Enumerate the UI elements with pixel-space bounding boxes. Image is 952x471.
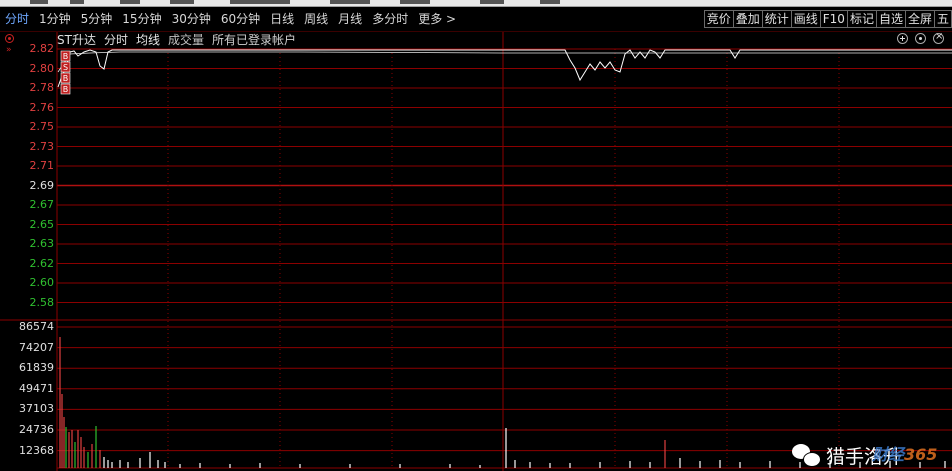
volume-tick-label: 37103 xyxy=(19,402,54,416)
volume-tick-label: 24736 xyxy=(19,423,54,436)
close-icon[interactable] xyxy=(933,31,944,44)
toolbar-button-0[interactable]: 竞价 xyxy=(703,10,734,28)
trade-badge-label: B xyxy=(63,85,69,94)
price-tick-label: 2.78 xyxy=(29,81,55,94)
trade-badge-label: B xyxy=(63,52,69,61)
volume-tick-label: 49471 xyxy=(19,381,54,395)
trade-badge-label: S xyxy=(63,63,68,72)
period-tab-6[interactable]: 日线 xyxy=(265,7,299,31)
toolbar-button-2[interactable]: 统计 xyxy=(761,10,792,28)
avg-line-label[interactable]: 均线 xyxy=(136,32,160,48)
volume-tick-label: 74207 xyxy=(19,340,54,354)
toolbar-button-1[interactable]: 叠加 xyxy=(732,10,763,28)
period-tabs: 分时 1分钟 5分钟 15分钟 30分钟 60分钟 日线 周线 月线 多分时 更多 > xyxy=(0,7,461,31)
stock-name: ST升达 xyxy=(57,33,96,47)
toolbar-button-7[interactable]: 全屏 xyxy=(904,10,935,28)
period-tab-9[interactable]: 多分时 xyxy=(367,7,413,31)
toolbar-button-6[interactable]: 自选 xyxy=(875,10,906,28)
period-tab-1[interactable]: 1分钟 xyxy=(34,7,76,31)
period-tab-0[interactable]: 分时 xyxy=(0,7,34,31)
price-tick-label: 2.82 xyxy=(29,42,55,55)
toolbar-button-3[interactable]: 画线 xyxy=(790,10,821,28)
account-note: 所有已登录帐户 xyxy=(212,33,297,47)
trade-badge-label: B xyxy=(63,74,69,83)
period-tab-8[interactable]: 月线 xyxy=(333,7,367,31)
volume-tick-label: 12368 xyxy=(19,443,54,457)
price-tick-label: 2.71 xyxy=(29,159,55,172)
price-tick-label: 2.60 xyxy=(29,276,55,289)
volume-tick-label: 61839 xyxy=(19,361,54,375)
panel-controls xyxy=(897,31,944,44)
price-tick-label: 2.69 xyxy=(29,178,55,192)
period-tab-2[interactable]: 5分钟 xyxy=(76,7,118,31)
logo-part1: 财经 xyxy=(872,445,905,464)
site-logo: 财经365 xyxy=(872,441,937,465)
settings-dot-icon[interactable] xyxy=(915,33,926,44)
period-tab-4[interactable]: 30分钟 xyxy=(167,7,216,31)
volume-tick-label: 86574 xyxy=(19,320,54,333)
right-toolbar: 竞价 叠加 统计 画线 F10 标记 自选 全屏五 xyxy=(703,10,952,28)
period-tab-3[interactable]: 15分钟 xyxy=(117,7,166,31)
intraday-chart: BSBB » ST升达 分时 均线 成交量 所有已登录帐户 2.822.802.… xyxy=(0,31,952,471)
period-toolbar: 分时 1分钟 5分钟 15分钟 30分钟 60分钟 日线 周线 月线 多分时 更多 > 竞价 叠加 统计… xyxy=(0,7,952,32)
price-tick-label: 2.80 xyxy=(29,61,55,75)
zoom-in-icon[interactable] xyxy=(897,33,908,44)
price-tick-label: 2.76 xyxy=(29,100,55,114)
toolbar-button-4[interactable]: F10 xyxy=(819,10,848,28)
record-icon[interactable] xyxy=(5,34,14,43)
price-tick-label: 2.63 xyxy=(29,237,55,250)
period-tab-5[interactable]: 60分钟 xyxy=(216,7,265,31)
toolbar-button-5[interactable]: 标记 xyxy=(846,10,877,28)
chart-canvas: BSBB xyxy=(0,32,952,471)
window-title-strip xyxy=(0,0,952,7)
price-tick-label: 2.67 xyxy=(29,198,55,211)
period-tab-7[interactable]: 周线 xyxy=(299,7,333,31)
logo-part2: 365 xyxy=(904,445,938,464)
toolbar-button-8[interactable]: 五 xyxy=(933,10,952,28)
price-tick-label: 2.75 xyxy=(29,120,55,133)
period-tab-10[interactable]: 更多 > xyxy=(413,7,461,31)
volume-label[interactable]: 成交量 xyxy=(168,32,204,48)
price-tick-label: 2.65 xyxy=(29,217,55,231)
wechat-icon xyxy=(792,443,821,468)
price-tick-label: 2.62 xyxy=(29,256,55,270)
price-tick-label: 2.73 xyxy=(29,139,55,153)
price-tick-label: 2.58 xyxy=(29,295,55,309)
mode-label[interactable]: 分时 xyxy=(104,32,128,48)
chart-info-line: ST升达 分时 均线 成交量 所有已登录帐户 xyxy=(57,32,296,48)
